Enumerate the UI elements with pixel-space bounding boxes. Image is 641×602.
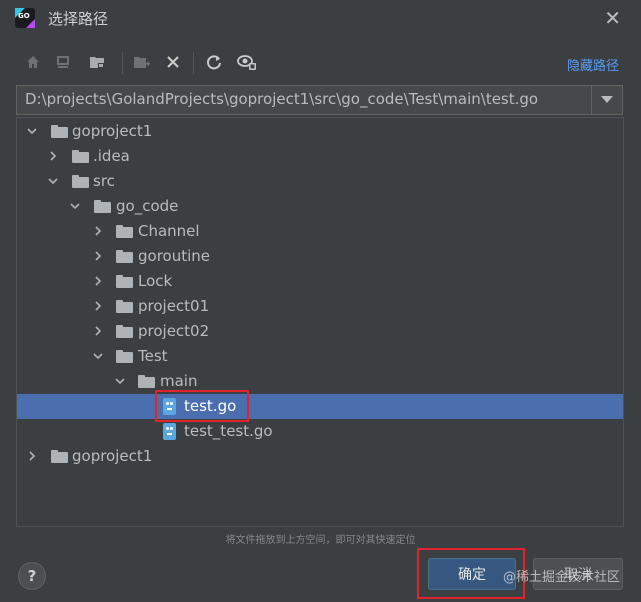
folder-icon [138, 375, 155, 388]
go-file-icon [163, 398, 176, 415]
title-bar: GO 选择路径 ✕ [0, 0, 641, 36]
dialog-title: 选择路径 [48, 10, 109, 28]
show-hidden-icon[interactable] [235, 50, 259, 74]
file-tree[interactable]: goproject1 .idea src go_code Channel gor… [16, 117, 624, 527]
chevron-right-icon [50, 151, 57, 161]
chevron-right-icon [95, 326, 102, 336]
chevron-down-icon [70, 203, 80, 210]
folder-icon [94, 200, 111, 213]
delete-icon[interactable] [161, 50, 185, 74]
chevron-down-icon [48, 178, 58, 185]
folder-icon [72, 175, 89, 188]
folder-icon [116, 300, 133, 313]
tree-item-goroutine[interactable]: goroutine [17, 244, 623, 269]
tree-item-goproject1[interactable]: goproject1 [17, 119, 623, 144]
folder-icon [51, 125, 68, 138]
hide-path-link[interactable]: 隐藏路径 [567, 55, 619, 74]
path-input-value: D:\projects\GolandProjects\goproject1\sr… [25, 90, 539, 108]
path-input[interactable]: D:\projects\GolandProjects\goproject1\sr… [16, 85, 623, 115]
home-icon[interactable] [21, 50, 45, 74]
project-folder-icon[interactable] [86, 50, 110, 74]
path-history-dropdown[interactable] [591, 86, 622, 114]
refresh-icon[interactable] [202, 50, 226, 74]
chevron-down-icon [115, 378, 125, 385]
tree-item-lock[interactable]: Lock [17, 269, 623, 294]
chevron-down-icon [601, 96, 613, 103]
tree-item-project02[interactable]: project02 [17, 319, 623, 344]
folder-icon [116, 350, 133, 363]
tree-item-goproject1-collapsed[interactable]: goproject1 [17, 444, 623, 469]
close-icon[interactable]: ✕ [604, 6, 621, 30]
chevron-right-icon [95, 251, 102, 261]
chevron-right-icon [95, 276, 102, 286]
desktop-icon[interactable] [51, 50, 75, 74]
tree-item-project01[interactable]: project01 [17, 294, 623, 319]
toolbar [18, 50, 618, 76]
chevron-down-icon [27, 128, 37, 135]
folder-icon [116, 275, 133, 288]
tree-item-main[interactable]: main [17, 369, 623, 394]
folder-icon [51, 450, 68, 463]
tree-item-idea[interactable]: .idea [17, 144, 623, 169]
ok-button[interactable]: 确定 [428, 558, 516, 590]
drag-drop-hint: 将文件拖放到上方空间，即可对其快速定位 [225, 535, 416, 546]
help-button[interactable]: ? [18, 562, 46, 590]
chevron-down-icon [93, 353, 103, 360]
goland-logo-icon: GO [15, 8, 35, 28]
folder-icon [72, 150, 89, 163]
folder-icon [116, 250, 133, 263]
chevron-right-icon [95, 301, 102, 311]
chevron-right-icon [95, 226, 102, 236]
folder-icon [116, 225, 133, 238]
tree-item-test[interactable]: Test [17, 344, 623, 369]
tree-item-test-go[interactable]: test.go [17, 394, 623, 419]
tree-item-src[interactable]: src [17, 169, 623, 194]
chevron-right-icon [29, 451, 36, 461]
tree-item-channel[interactable]: Channel [17, 219, 623, 244]
tree-item-go-code[interactable]: go_code [17, 194, 623, 219]
tree-item-test-test-go[interactable]: test_test.go [17, 419, 623, 444]
folder-icon [116, 325, 133, 338]
cancel-button[interactable]: 取消 [533, 558, 623, 590]
go-file-icon [163, 423, 176, 440]
new-folder-icon[interactable] [130, 50, 154, 74]
